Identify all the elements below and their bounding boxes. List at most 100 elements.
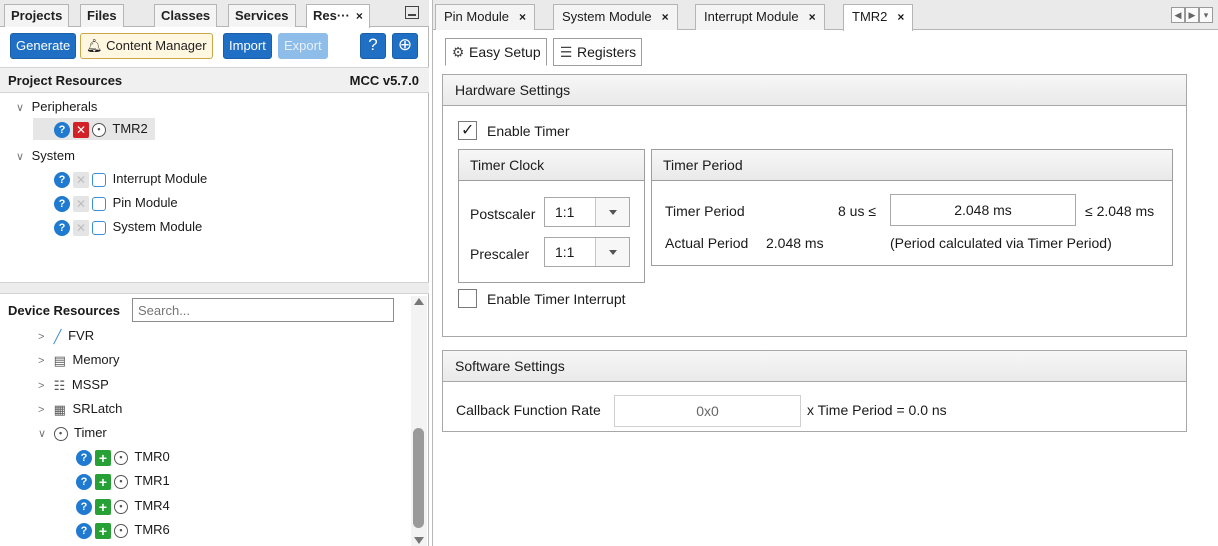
postscaler-select[interactable]: 1:1 bbox=[544, 197, 630, 227]
chevron-down-icon[interactable]: ∨ bbox=[16, 97, 28, 119]
tree-item-memory[interactable]: > ▤ Memory bbox=[38, 349, 120, 371]
help-icon[interactable]: ? bbox=[54, 171, 70, 188]
timer-period-input[interactable]: 2.048 ms bbox=[890, 194, 1076, 226]
add-icon[interactable]: + bbox=[95, 522, 111, 539]
software-settings-section: Software Settings Callback Function Rate… bbox=[442, 350, 1187, 432]
timer-icon: • bbox=[114, 474, 128, 489]
tree-item-mssp[interactable]: > ☷ MSSP bbox=[38, 374, 109, 396]
timer-period-min: 8 us ≤ bbox=[838, 203, 877, 219]
close-icon[interactable]: × bbox=[356, 9, 363, 23]
arrow-right-icon[interactable]: ▶ bbox=[1185, 7, 1199, 23]
close-icon[interactable]: × bbox=[662, 10, 669, 24]
scroll-down-icon[interactable] bbox=[414, 537, 424, 544]
tab-easy-setup[interactable]: ⚙ Easy Setup bbox=[445, 38, 547, 66]
enable-timer-label: Enable Timer bbox=[487, 123, 570, 139]
tab-projects[interactable]: Projects bbox=[4, 4, 70, 27]
tab-registers[interactable]: ☰ Registers bbox=[553, 38, 643, 66]
help-icon[interactable]: ? bbox=[76, 498, 92, 515]
close-icon[interactable]: × bbox=[519, 10, 526, 24]
actual-period-value: 2.048 ms bbox=[766, 235, 824, 251]
timer-icon: • bbox=[92, 122, 106, 137]
tab-services[interactable]: Services bbox=[228, 4, 296, 27]
minimize-icon[interactable] bbox=[405, 6, 419, 19]
enable-timer-interrupt-checkbox[interactable] bbox=[458, 289, 477, 308]
tree-item-tmr1[interactable]: ? + • TMR1 bbox=[76, 470, 170, 492]
tree-item-tmr4[interactable]: ? + • TMR4 bbox=[76, 495, 170, 517]
tree-label: Peripherals bbox=[31, 99, 98, 114]
generate-button[interactable]: Generate bbox=[10, 33, 77, 59]
remove-icon[interactable]: ✕ bbox=[73, 121, 89, 138]
editor-tab-bar: Pin Module × System Module × Interrupt Mod… bbox=[433, 0, 1218, 31]
tab-pin-module[interactable]: Pin Module × bbox=[435, 4, 536, 30]
import-button[interactable]: Import bbox=[223, 33, 272, 59]
close-icon[interactable]: × bbox=[809, 10, 816, 24]
tab-label: Services bbox=[235, 8, 289, 23]
tab-classes[interactable]: Classes bbox=[154, 4, 218, 27]
software-settings-title: Software Settings bbox=[443, 351, 1186, 382]
help-icon[interactable]: ? bbox=[76, 522, 92, 539]
tab-label: Classes bbox=[161, 8, 211, 23]
chevron-right-icon[interactable]: > bbox=[38, 350, 50, 372]
tree-item-fvr[interactable]: > ╱ FVR bbox=[38, 325, 94, 347]
content-manager-label: Content Manager bbox=[106, 38, 207, 53]
chevron-right-icon[interactable]: > bbox=[38, 326, 50, 348]
tree-item-tmr2[interactable]: ? ✕ • TMR2 bbox=[54, 118, 148, 140]
arrow-left-icon[interactable]: ◀ bbox=[1171, 7, 1185, 23]
tree-item-tmr6[interactable]: ? + • TMR6 bbox=[76, 519, 170, 541]
editor-panel: Pin Module × System Module × Interrupt Mod… bbox=[432, 0, 1218, 546]
tree-item-srlatch[interactable]: > ▦ SRLatch bbox=[38, 398, 122, 420]
tree-label: Pin Module bbox=[112, 195, 178, 210]
add-icon[interactable]: + bbox=[95, 449, 111, 466]
help-icon[interactable]: ? bbox=[54, 195, 70, 212]
help-icon[interactable]: ? bbox=[360, 33, 386, 59]
callback-rate-input[interactable]: 0x0 bbox=[614, 395, 801, 427]
search-input[interactable] bbox=[132, 298, 394, 322]
help-icon[interactable]: ? bbox=[54, 121, 70, 138]
tree-item-pin-module[interactable]: ? ✕ Pin Module bbox=[54, 192, 178, 214]
tab-interrupt-module[interactable]: Interrupt Module × bbox=[695, 4, 825, 30]
close-icon[interactable]: × bbox=[897, 10, 904, 24]
tab-system-module[interactable]: System Module × bbox=[553, 4, 678, 30]
chevron-right-icon[interactable]: > bbox=[38, 399, 50, 421]
tree-label: Interrupt Module bbox=[112, 171, 208, 186]
module-icon bbox=[92, 172, 106, 187]
chevron-down-icon[interactable] bbox=[595, 238, 629, 266]
tree-item-tmr0[interactable]: ? + • TMR0 bbox=[76, 446, 170, 468]
tab-files[interactable]: Files bbox=[80, 4, 124, 27]
add-icon[interactable]: + bbox=[95, 498, 111, 515]
chevron-down-icon[interactable] bbox=[595, 198, 629, 226]
tree-peripherals[interactable]: ∨ Peripherals bbox=[16, 96, 97, 118]
chevron-down-icon[interactable]: ∨ bbox=[38, 423, 50, 445]
tree-item-system-module[interactable]: ? ✕ System Module bbox=[54, 216, 202, 238]
left-panel: Projects Files Classes Services Res··· × … bbox=[0, 0, 429, 546]
add-icon[interactable]: + bbox=[95, 473, 111, 490]
globe-icon[interactable]: ⊕ bbox=[392, 33, 418, 59]
module-icon bbox=[92, 220, 106, 235]
help-icon[interactable]: ? bbox=[54, 219, 70, 236]
enable-timer-checkbox[interactable] bbox=[458, 120, 477, 140]
chevron-down-icon[interactable]: ∨ bbox=[16, 146, 28, 168]
tab-tmr2[interactable]: TMR2 × bbox=[843, 4, 914, 31]
tab-list-icon[interactable]: ▾ bbox=[1199, 7, 1213, 23]
tree-item-timer[interactable]: ∨ • Timer bbox=[38, 422, 107, 444]
device-resources-title: Device Resources bbox=[8, 303, 121, 318]
list-icon: ☰ bbox=[559, 44, 573, 60]
hardware-settings-section: Hardware Settings Enable Timer Timer Clo… bbox=[442, 74, 1187, 337]
scroll-thumb[interactable] bbox=[413, 428, 424, 528]
prescaler-select[interactable]: 1:1 bbox=[544, 237, 630, 267]
tab-label: Projects bbox=[11, 8, 63, 23]
chevron-right-icon[interactable]: > bbox=[38, 375, 50, 397]
device-resources-scrollbar[interactable] bbox=[411, 296, 427, 546]
tab-label: TMR2 bbox=[852, 9, 888, 24]
help-icon[interactable]: ? bbox=[76, 449, 92, 466]
tree-label: TMR4 bbox=[134, 498, 170, 513]
tab-resources[interactable]: Res··· × bbox=[306, 4, 370, 28]
scroll-up-icon[interactable] bbox=[414, 298, 424, 305]
content-manager-button[interactable]: 🔔︎ Content Manager bbox=[80, 33, 213, 59]
tree-item-interrupt-module[interactable]: ? ✕ Interrupt Module bbox=[54, 168, 207, 190]
tree-system[interactable]: ∨ System bbox=[16, 145, 75, 167]
tab-label: Files bbox=[87, 8, 117, 23]
help-icon[interactable]: ? bbox=[76, 473, 92, 490]
tree-label: FVR bbox=[68, 328, 95, 343]
split-divider[interactable] bbox=[0, 282, 429, 294]
